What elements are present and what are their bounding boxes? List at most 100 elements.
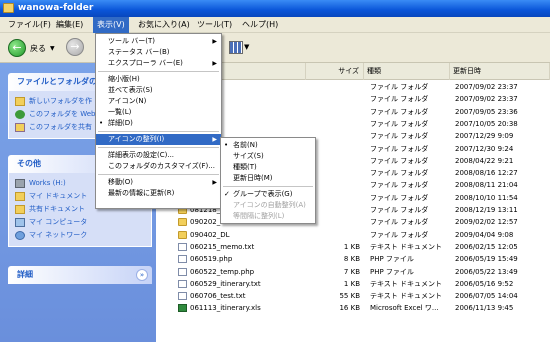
file-type: ファイル フォルダ xyxy=(370,169,429,178)
menu-item[interactable]: アイコン(N) xyxy=(96,96,221,107)
forward-button[interactable]: → xyxy=(66,38,88,56)
menu-item[interactable]: 最新の情報に更新(R) xyxy=(96,188,221,199)
file-date: 2006/02/15 12:05 xyxy=(455,242,518,251)
file-name: 060215_memo.txt xyxy=(178,241,254,253)
menu-item[interactable]: ステータス バー(B) xyxy=(96,47,221,58)
folder-icon xyxy=(178,230,187,239)
menu-item-label: 縮小版(H) xyxy=(108,75,140,83)
table-row[interactable]: 060522_temp.php 7 KB PHP ファイル 2006/05/22 13… xyxy=(156,266,550,278)
file-date: 2008/08/11 21:04 xyxy=(455,181,518,190)
file-icon xyxy=(178,242,187,251)
submenu-arrow-icon: ▶ xyxy=(212,38,217,45)
table-row[interactable]: 090402_DL ファイル フォルダ 2009/04/04 9:08 xyxy=(156,229,550,241)
table-row[interactable]: 090202_DL ファイル フォルダ 2009/02/02 12:57 xyxy=(156,216,550,228)
menu-file[interactable]: ファイル(F) xyxy=(4,17,55,33)
views-icon[interactable] xyxy=(229,41,243,54)
column-type[interactable]: 種類 xyxy=(364,63,450,80)
place-shared-documents-label: 共有ドキュメント xyxy=(29,205,85,213)
menu-item[interactable]: このフォルダのカスタマイズ(F)... xyxy=(96,161,221,172)
place-my-computer-label: マイ コンピュータ xyxy=(29,218,88,226)
menu-item[interactable]: 並べて表示(S) xyxy=(96,85,221,96)
back-button[interactable]: ← 戻る ▼ xyxy=(8,38,55,58)
file-date: 2008/10/10 11:54 xyxy=(455,193,518,202)
view-menu: ツール バー(T) ▶ ステータス バー(B) エクスプローラ バー(E) ▶ 縮小版(H… xyxy=(95,33,222,209)
menu-item[interactable]: ツール バー(T) ▶ xyxy=(96,36,221,47)
menu-item[interactable]: アイコンの自動整列(A) xyxy=(221,200,315,211)
place-my-computer[interactable]: マイ コンピュータ xyxy=(15,216,151,229)
file-type: テキスト ドキュメント xyxy=(370,242,443,251)
file-name-text: 060215_memo.txt xyxy=(190,242,255,251)
menu-item[interactable]: アイコンの整列(I) ▶ xyxy=(96,134,221,145)
file-type: ファイル フォルダ xyxy=(370,156,429,165)
file-name: 060519.php xyxy=(178,253,232,265)
task-share-folder-label: このフォルダを共有 xyxy=(29,123,92,131)
file-name: 061113_itinerary.xls xyxy=(178,302,261,314)
place-my-network-label: マイ ネットワーク xyxy=(29,231,88,239)
menu-item[interactable]: 移動(O) ▶ xyxy=(96,177,221,188)
file-name: 060522_temp.php xyxy=(178,266,254,278)
column-size[interactable]: サイズ xyxy=(306,63,364,80)
menu-item-label: 詳細表示の設定(C)... xyxy=(108,151,175,159)
menu-item-label: 詳細(D) xyxy=(108,119,133,127)
share-folder-icon xyxy=(15,123,25,132)
column-date[interactable]: 更新日時 xyxy=(450,63,550,80)
menu-edit[interactable]: 編集(E) xyxy=(52,17,87,33)
file-type: テキスト ドキュメント xyxy=(370,279,443,288)
table-row[interactable]: 060529_itinerary.txt 1 KB テキスト ドキュメント 2006/… xyxy=(156,278,550,290)
table-row[interactable]: 060519.php 8 KB PHP ファイル 2006/05/19 15:49 xyxy=(156,253,550,265)
menu-bar: ファイル(F) 編集(E) 表示(V) お気に入り(A) ツール(T) ヘルプ(… xyxy=(0,17,550,33)
menu-view[interactable]: 表示(V) xyxy=(93,17,129,33)
folder-icon xyxy=(178,218,187,227)
menu-item-label: 種類(T) xyxy=(233,163,257,171)
file-type: ファイル フォルダ xyxy=(370,119,429,128)
file-name-text: 090402_DL xyxy=(190,230,230,239)
menu-item-label: 更新日時(M) xyxy=(233,174,273,182)
menu-tools[interactable]: ツール(T) xyxy=(193,17,236,33)
menu-item[interactable]: サイズ(S) xyxy=(221,151,315,162)
file-size: 7 KB xyxy=(343,267,360,276)
menu-item[interactable]: 詳細表示の設定(C)... xyxy=(96,150,221,161)
menu-item[interactable]: エクスプローラ バー(E) ▶ xyxy=(96,58,221,69)
menu-item[interactable]: • 名前(N) xyxy=(221,140,315,151)
menu-item[interactable]: 種類(T) xyxy=(221,162,315,173)
checkmark-icon: ✓ xyxy=(224,190,230,198)
file-name-text: 060706_test.txt xyxy=(190,292,246,301)
menu-item-label: アイコン(N) xyxy=(108,97,147,105)
file-date: 2007/09/02 23:37 xyxy=(455,83,518,91)
views-dropdown-icon[interactable]: ▼ xyxy=(244,43,249,51)
file-size: 8 KB xyxy=(343,255,360,264)
window-title: wanowa-folder xyxy=(18,3,94,13)
file-type: ファイル フォルダ xyxy=(370,181,429,190)
file-date: 2007/12/30 9:24 xyxy=(455,144,514,153)
file-type: PHP ファイル xyxy=(370,267,414,276)
menu-favorites[interactable]: お気に入り(A) xyxy=(134,17,194,33)
menu-item-label: 移動(O) xyxy=(108,178,133,186)
my-network-icon xyxy=(15,231,25,240)
menu-help[interactable]: ヘルプ(H) xyxy=(238,17,282,33)
menu-item[interactable]: 一覧(L) xyxy=(96,107,221,118)
task-new-folder-label: 新しいフォルダを作 xyxy=(29,97,92,105)
file-size: 1 KB xyxy=(343,279,360,288)
table-row[interactable]: 060215_memo.txt 1 KB テキスト ドキュメント 2006/02/15… xyxy=(156,241,550,253)
menu-separator xyxy=(98,174,219,175)
details-header[interactable]: 詳細 xyxy=(8,266,152,284)
menu-item[interactable]: 等間隔に整列(L) xyxy=(221,211,315,222)
my-computer-icon xyxy=(15,218,25,227)
file-date: 2007/10/05 20:38 xyxy=(455,119,518,128)
menu-item[interactable]: 更新日時(M) xyxy=(221,173,315,184)
file-date: 2006/11/13 9:45 xyxy=(455,304,514,313)
toolbar: ← 戻る ▼ → ▼ xyxy=(0,33,550,63)
file-type: ファイル フォルダ xyxy=(370,230,429,239)
table-row[interactable]: 061113_itinerary.xls 16 KB Microsoft Excel… xyxy=(156,302,550,314)
file-date: 2008/12/19 13:11 xyxy=(455,206,518,214)
table-row[interactable]: 060706_test.txt 55 KB テキスト ドキュメント 2006/07/0… xyxy=(156,290,550,302)
menu-item[interactable]: • 詳細(D) xyxy=(96,118,221,129)
file-type: ファイル フォルダ xyxy=(370,107,429,116)
menu-item[interactable]: ✓ グループで表示(G) xyxy=(221,189,315,200)
menu-item[interactable]: 縮小版(H) xyxy=(96,74,221,85)
place-my-network[interactable]: マイ ネットワーク xyxy=(15,229,151,242)
file-date: 2007/09/02 23:37 xyxy=(455,95,518,104)
expand-chevron-icon[interactable]: » xyxy=(136,269,148,281)
menu-item-label: このフォルダのカスタマイズ(F)... xyxy=(108,162,215,170)
file-size: 55 KB xyxy=(339,292,360,301)
